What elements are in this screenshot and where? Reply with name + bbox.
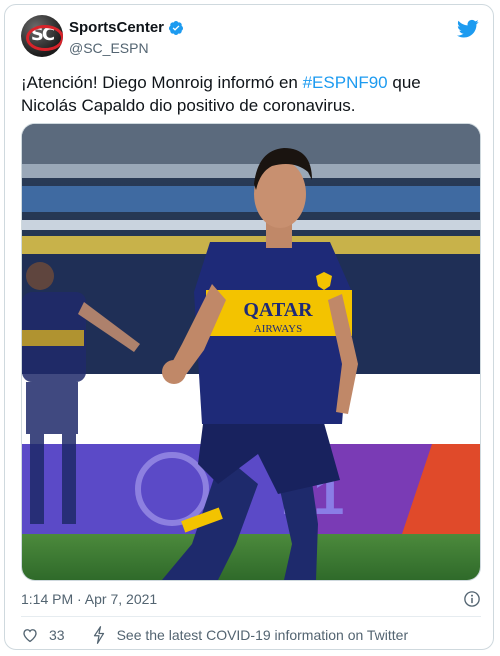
author-handle[interactable]: @SC_ESPN: [69, 40, 149, 56]
lightning-bolt-icon: [93, 626, 104, 644]
tweet-actions: 33 See the latest COVID-19 information o…: [21, 625, 408, 645]
football-player-photo: 21 QATAR AIRWAYS: [22, 124, 480, 580]
jersey-sponsor-text: QATAR: [243, 299, 313, 321]
twitter-bird-icon[interactable]: [457, 19, 479, 39]
avatar[interactable]: SC: [21, 15, 63, 57]
tweet-photo[interactable]: 21 QATAR AIRWAYS: [21, 123, 481, 581]
sportscenter-logo: SC: [24, 23, 63, 51]
info-icon[interactable]: [463, 590, 481, 608]
tweet-timestamp[interactable]: 1:14 PM · Apr 7, 2021: [21, 591, 157, 607]
tweet-text: ¡Atención! Diego Monroig informó en #ESP…: [21, 71, 481, 117]
verified-badge-icon: [169, 20, 184, 35]
tweet-card[interactable]: SC SportsCenter @SC_ESPN ¡Atención! Dieg…: [4, 4, 494, 650]
like-count[interactable]: 33: [49, 627, 65, 643]
divider: [21, 616, 481, 617]
jersey-sponsor-subtext: AIRWAYS: [254, 323, 303, 335]
heart-icon[interactable]: [21, 626, 39, 644]
tweet-meta-row: 1:14 PM · Apr 7, 2021: [21, 589, 481, 609]
covid-info-link[interactable]: See the latest COVID-19 information on T…: [117, 627, 409, 643]
display-name[interactable]: SportsCenter: [69, 19, 164, 36]
author-name-row[interactable]: SportsCenter: [69, 19, 184, 36]
tweet-text-part: ¡Atención! Diego Monroig informó en: [21, 73, 303, 92]
hashtag-link[interactable]: #ESPNF90: [303, 73, 388, 92]
